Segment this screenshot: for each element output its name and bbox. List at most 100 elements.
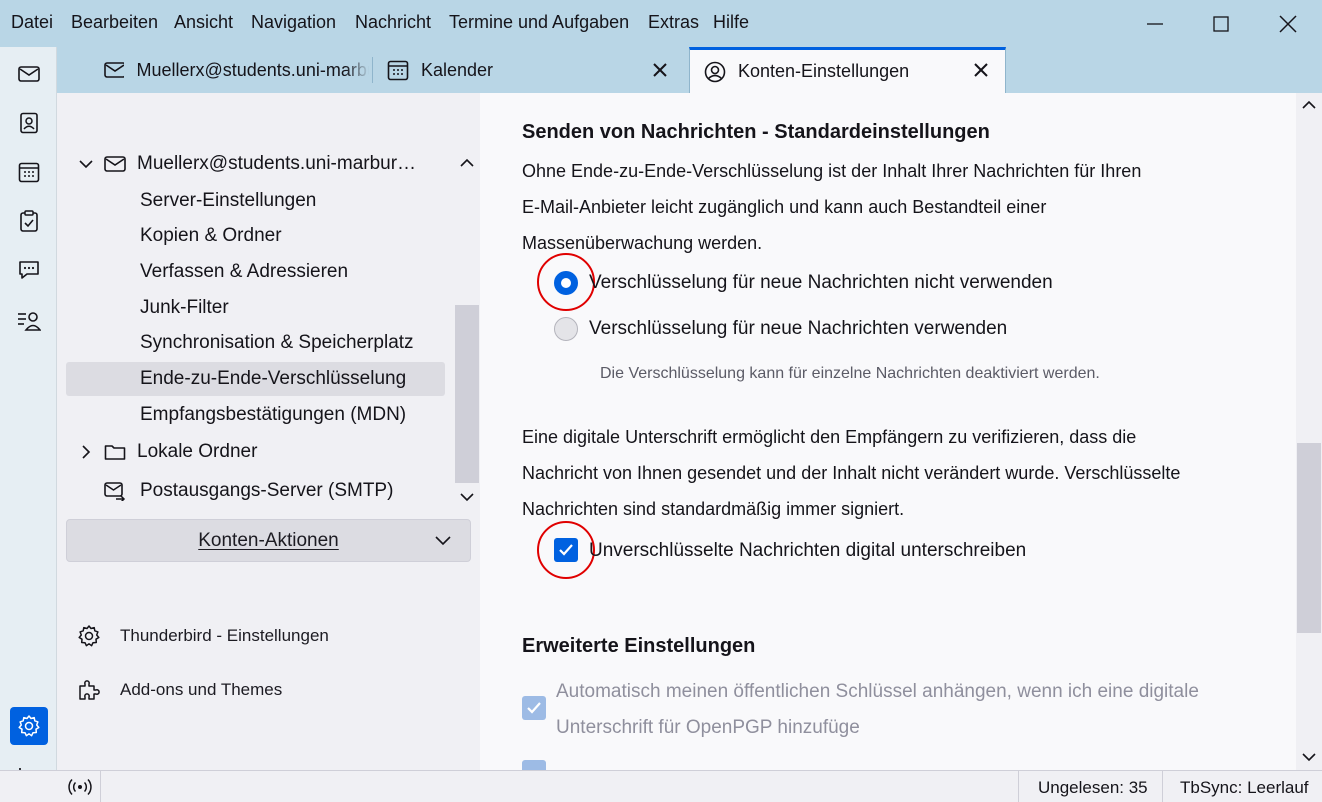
tab-mail[interactable]: Muellerx@students.uni-marburg [69, 47, 369, 93]
encryption-description-line: E-Mail-Anbieter leicht zugänglich und ka… [522, 197, 1047, 217]
account-actions-label: Konten-Aktionen [198, 529, 339, 551]
close-icon [1279, 14, 1297, 33]
attach-key-line: Unterschrift für OpenPGP hinzufüge [556, 717, 860, 738]
signature-description-line: Nachricht von Ihnen gesendet und der Inh… [522, 463, 1181, 483]
addons-themes-link[interactable]: Add-ons und Themes [77, 673, 282, 707]
tree-item-label: Ende-zu-Ende-Verschlüsselung [140, 368, 407, 389]
tab-strip: Muellerx@students.uni-marburg Kalender K… [57, 47, 1322, 93]
encryption-note: Die Verschlüsselung kann für einzelne Na… [600, 365, 1100, 382]
mail-account-icon [104, 62, 125, 78]
tree-item-label: Synchronisation & Speicherplatz [140, 332, 414, 353]
content-scrollbar[interactable] [1296, 93, 1322, 770]
signature-description: Eine digitale Unterschrift ermöglicht de… [522, 419, 1242, 527]
scroll-up-icon [1302, 100, 1316, 109]
tab-account-settings-label: Konten-Einstellungen [738, 61, 910, 81]
tab-mail-label: Muellerx@students.uni-marburg [136, 59, 369, 80]
minimize-button[interactable] [1122, 0, 1188, 47]
tab-account-settings[interactable]: Konten-Einstellungen [689, 47, 1006, 93]
menu-termine-aufgaben[interactable]: Termine und Aufgaben [449, 12, 629, 33]
unread-count: Ungelesen: 35 [1038, 778, 1148, 797]
highlight-circle [537, 521, 595, 579]
settings-icon [18, 715, 40, 737]
close-window-button[interactable] [1255, 0, 1321, 47]
chevron-right-icon [82, 445, 91, 459]
account-settings-icon [704, 61, 726, 82]
tree-item-label: Verfassen & Adressieren [140, 261, 349, 282]
tree-item-server-settings[interactable]: Server-Einstellungen [57, 184, 457, 218]
maximize-button[interactable] [1188, 0, 1254, 47]
radio-no-encryption-label[interactable]: Verschlüsselung für neue Nachrichten nic… [589, 272, 1053, 294]
tree-item-mdn[interactable]: Empfangsbestätigungen (MDN) [57, 398, 457, 432]
tree-item-label: Kopien & Ordner [140, 225, 282, 246]
radio-encryption[interactable] [554, 317, 578, 341]
menu-datei[interactable]: Datei [11, 12, 53, 33]
sidebar-scroll-thumb[interactable] [455, 305, 479, 483]
space-chat-button[interactable] [10, 251, 48, 289]
space-settings-button[interactable] [10, 707, 48, 745]
tab-account-settings-close-button[interactable] [969, 58, 993, 82]
tasks-icon [20, 210, 38, 232]
tab-separator [372, 57, 373, 83]
online-status-icon [68, 778, 92, 796]
chat-icon [19, 261, 39, 279]
encryption-description-line: Massenüberwachung werden. [522, 233, 763, 253]
space-calendar-button[interactable] [10, 153, 48, 191]
puzzle-icon [79, 680, 100, 700]
close-icon [974, 63, 988, 77]
space-address-book-button[interactable] [10, 104, 48, 142]
tab-calendar-close-button[interactable] [648, 58, 672, 82]
signature-description-line: Nachrichten sind standardmäßig immer sig… [522, 499, 905, 519]
addons-themes-label: Add-ons und Themes [120, 680, 283, 699]
scroll-down-icon [460, 493, 474, 502]
folder-icon [104, 445, 126, 460]
connection-status-button[interactable] [60, 771, 100, 802]
tbsync-status[interactable]: TbSync: Leerlauf [1180, 778, 1309, 798]
section-title-send-defaults: Senden von Nachrichten - Standardeinstel… [522, 121, 990, 143]
menu-ansicht[interactable]: Ansicht [174, 12, 233, 33]
signature-description-line: Eine digitale Unterschrift ermöglicht de… [522, 427, 1137, 447]
tree-item-label: Server-Einstellungen [140, 190, 317, 211]
menu-nachricht[interactable]: Nachricht [355, 12, 431, 33]
scroll-up-icon [460, 158, 474, 167]
sidebar-scrollbar[interactable] [454, 153, 480, 507]
tree-account-label: Muellerx@students.uni-marbur… [137, 153, 417, 174]
tree-local-folders[interactable]: Lokale Ordner [57, 435, 457, 469]
radio-encryption-label[interactable]: Verschlüsselung für neue Nachrichten ver… [589, 318, 1007, 340]
tree-smtp-label: Postausgangs-Server (SMTP) [140, 480, 394, 501]
tree-smtp[interactable]: Postausgangs-Server (SMTP) [57, 474, 457, 508]
tree-item-copies-folders[interactable]: Kopien & Ordner [57, 219, 457, 253]
tree-item-junk-filter[interactable]: Junk-Filter [57, 291, 457, 325]
status-separator [1162, 771, 1163, 802]
settings-content: Senden von Nachrichten - Standardeinstel… [480, 93, 1322, 770]
tree-item-label: Empfangsbestätigungen (MDN) [140, 404, 407, 425]
status-bar: Ungelesen: 35 TbSync: Leerlauf [0, 770, 1322, 802]
scroll-down-icon [1302, 753, 1316, 762]
menu-bearbeiten[interactable]: Bearbeiten [71, 12, 158, 33]
checkbox-attach-public-key[interactable] [522, 696, 546, 720]
menu-navigation[interactable]: Navigation [251, 12, 336, 33]
space-tbsync-button[interactable] [10, 302, 48, 340]
checkbox-sign-label[interactable]: Unverschlüsselte Nachrichten digital unt… [589, 540, 1026, 562]
tree-item-e2e-encryption[interactable]: Ende-zu-Ende-Verschlüsselung [66, 362, 445, 396]
menubar: Datei Bearbeiten Ansicht Navigation Nach… [0, 0, 1322, 47]
tree-item-sync-storage[interactable]: Synchronisation & Speicherplatz [57, 326, 457, 360]
space-mail-button[interactable] [10, 55, 48, 93]
menu-hilfe[interactable]: Hilfe [713, 12, 749, 33]
menu-extras[interactable]: Extras [648, 12, 699, 33]
tab-calendar[interactable]: Kalender [375, 47, 683, 93]
tree-item-composition[interactable]: Verfassen & Adressieren [57, 255, 457, 289]
minimize-icon [1147, 22, 1163, 25]
close-icon [653, 63, 667, 77]
content-scroll-thumb[interactable] [1297, 443, 1321, 633]
checkbox-next-partial[interactable] [522, 760, 546, 770]
tree-item-label: Junk-Filter [140, 297, 229, 318]
thunderbird-settings-label: Thunderbird - Einstellungen [120, 626, 329, 645]
tree-account[interactable]: Muellerx@students.uni-marbur… [57, 147, 457, 181]
tbsync-icon [18, 312, 41, 331]
calendar-icon [18, 162, 40, 183]
outgoing-server-icon [104, 482, 126, 501]
thunderbird-settings-link[interactable]: Thunderbird - Einstellungen [77, 619, 329, 653]
chevron-down-icon [79, 160, 93, 169]
account-actions-button[interactable]: Konten-Aktionen [66, 519, 471, 562]
space-tasks-button[interactable] [10, 202, 48, 240]
